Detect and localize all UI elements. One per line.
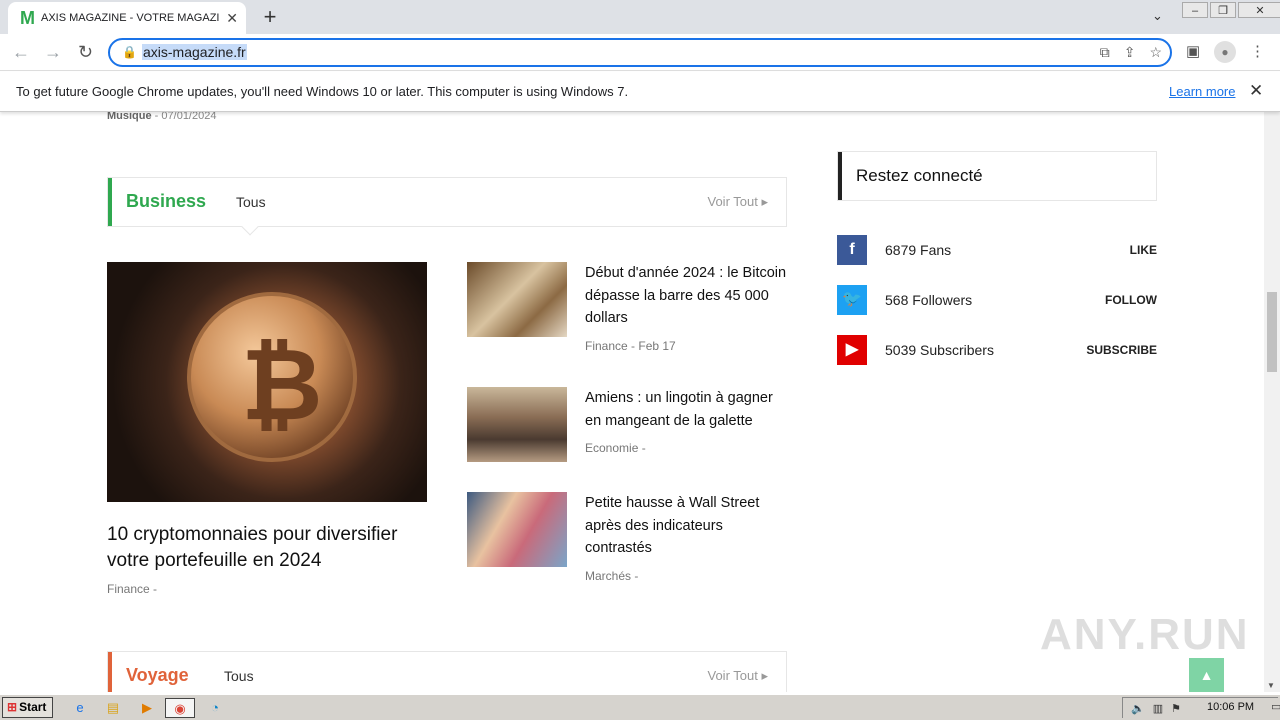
section-accent-bar (108, 178, 112, 226)
menu-kebab-icon[interactable]: ⋮ (1250, 42, 1265, 60)
main-article-title[interactable]: 10 cryptomonnaies pour diversifier votre… (107, 522, 437, 574)
article-title[interactable]: Début d'année 2024 : le Bitcoin dépasse … (585, 262, 790, 330)
main-article-category[interactable]: Finance (107, 582, 150, 596)
bookmark-star-icon[interactable]: ☆ (1149, 44, 1162, 61)
side-panel-icon[interactable]: ▣ (1186, 42, 1200, 60)
update-infobar: To get future Google Chrome updates, you… (0, 72, 1280, 112)
voir-tout-link[interactable]: Voir Tout ▸ (708, 194, 769, 210)
browser-toolbar: ← → ↻ 🔒 axis-magazine.fr ⧉ ⇪ ☆ ▣ ● ⋮ (0, 34, 1280, 71)
facebook-icon[interactable]: f (837, 235, 867, 265)
voyage-section-header: Voyage Tous Voir Tout ▸ (107, 651, 787, 692)
site-favicon-icon: M (20, 7, 35, 28)
subscribe-button[interactable]: SUBSCRIBE (1086, 343, 1157, 357)
infobar-message: To get future Google Chrome updates, you… (16, 84, 629, 99)
window-controls: – ❐ ✕ (1180, 2, 1280, 20)
main-article-image[interactable]: ₿ (107, 262, 427, 502)
tab-close-icon[interactable]: ✕ (226, 10, 238, 27)
list-item[interactable]: Petite hausse à Wall Street après des in… (467, 492, 787, 592)
social-count: 5039 Subscribers (885, 342, 994, 358)
main-article-meta: Finance - (107, 582, 158, 596)
windows-flag-icon: ⊞ (7, 700, 18, 714)
edge-icon[interactable]: ◔ (205, 698, 225, 718)
widget-title: Restez connecté (856, 166, 983, 185)
restore-icon[interactable]: ❐ (1210, 2, 1236, 18)
article-thumbnail[interactable] (467, 492, 567, 567)
previous-post-category[interactable]: Musique (107, 112, 152, 122)
file-explorer-icon[interactable]: ▤ (103, 698, 123, 718)
infobar-close-icon[interactable]: ✕ (1249, 81, 1263, 101)
lock-icon[interactable]: 🔒 (122, 45, 137, 59)
close-window-icon[interactable]: ✕ (1238, 2, 1280, 18)
bitcoin-coin: ₿ (187, 292, 357, 462)
social-count: 6879 Fans (885, 242, 952, 258)
anyrun-watermark: ANY.RUN (1040, 610, 1250, 659)
tab-indicator (241, 218, 259, 236)
section-title[interactable]: Voyage (126, 665, 189, 686)
windows-taskbar: ⊞ Start e ▤ ▶ ◉ ◔ 🔈 ▥ ⚑ 10:06 PM ▭ (0, 694, 1280, 720)
article-meta: Finance - Feb 17 (585, 339, 676, 353)
internet-explorer-icon[interactable]: e (70, 698, 90, 718)
reload-icon[interactable]: ↻ (78, 42, 93, 63)
twitter-icon[interactable]: 🐦 (837, 285, 867, 315)
show-desktop-icon[interactable]: ▭ (1271, 700, 1280, 713)
article-thumbnail[interactable] (467, 387, 567, 462)
list-item[interactable]: Amiens : un lingotin à gagner en mangean… (467, 387, 787, 477)
chrome-taskbar-icon[interactable]: ◉ (165, 698, 195, 718)
media-player-icon[interactable]: ▶ (137, 698, 157, 718)
share-icon[interactable]: ⇪ (1124, 44, 1136, 61)
article-thumbnail[interactable] (467, 262, 567, 337)
profile-avatar-icon[interactable]: ● (1214, 41, 1236, 63)
volume-icon[interactable]: 🔈 (1131, 702, 1145, 715)
back-to-top-button[interactable]: ▲ (1189, 658, 1224, 692)
section-accent-bar (108, 652, 112, 692)
back-arrow-icon[interactable]: ← (12, 42, 30, 63)
article-title[interactable]: Amiens : un lingotin à gagner en mangean… (585, 387, 790, 432)
article-meta: Marchés - (585, 569, 639, 583)
social-row-youtube[interactable]: ▶ 5039 Subscribers SUBSCRIBE (837, 335, 1157, 365)
scroll-down-arrow-icon[interactable]: ▼ (1267, 681, 1275, 690)
start-button[interactable]: ⊞ Start (2, 697, 53, 718)
browser-tab[interactable]: M AXIS MAGAZINE - VOTRE MAGAZINE ✕ (8, 2, 246, 34)
page-scrollbar[interactable]: ▼ (1264, 112, 1280, 692)
article-meta: Economie - (585, 441, 646, 455)
tab-strip: M AXIS MAGAZINE - VOTRE MAGAZINE ✕ + ⌄ –… (0, 0, 1280, 34)
address-bar[interactable]: 🔒 axis-magazine.fr ⧉ ⇪ ☆ (108, 38, 1172, 67)
social-count: 568 Followers (885, 292, 973, 308)
section-tab-tous[interactable]: Tous (224, 668, 254, 684)
system-tray: 🔈 ▥ ⚑ 10:06 PM ▭ (1122, 697, 1280, 718)
previous-post-meta: Musique - 07/01/2024 (107, 112, 217, 122)
article-title[interactable]: Petite hausse à Wall Street après des in… (585, 492, 790, 560)
scrollbar-thumb[interactable] (1267, 292, 1277, 372)
previous-post-date: 07/01/2024 (161, 112, 217, 122)
minimize-icon[interactable]: – (1182, 2, 1208, 18)
tab-search-chevron-icon[interactable]: ⌄ (1152, 8, 1163, 24)
clock[interactable]: 10:06 PM (1207, 701, 1254, 713)
like-button[interactable]: LIKE (1130, 243, 1157, 257)
url-text[interactable]: axis-magazine.fr (142, 44, 247, 60)
social-row-twitter[interactable]: 🐦 568 Followers FOLLOW (837, 285, 1157, 315)
sidebar-widget-header: Restez connecté (837, 151, 1157, 201)
action-center-flag-icon[interactable]: ⚑ (1171, 702, 1181, 715)
list-item[interactable]: Début d'année 2024 : le Bitcoin dépasse … (467, 262, 787, 362)
tab-title: AXIS MAGAZINE - VOTRE MAGAZINE (41, 12, 221, 24)
widget-accent-bar (838, 152, 842, 200)
translate-icon[interactable]: ⧉ (1100, 44, 1110, 61)
youtube-icon[interactable]: ▶ (837, 335, 867, 365)
page-content: Musique - 07/01/2024 Business Tous Voir … (0, 112, 1264, 692)
network-icon[interactable]: ▥ (1153, 702, 1163, 715)
section-tab-tous[interactable]: Tous (236, 194, 266, 210)
voir-tout-link[interactable]: Voir Tout ▸ (708, 668, 769, 684)
learn-more-link[interactable]: Learn more (1169, 84, 1235, 99)
social-row-facebook[interactable]: f 6879 Fans LIKE (837, 235, 1157, 265)
section-title[interactable]: Business (126, 191, 206, 212)
business-section-header: Business Tous Voir Tout ▸ (107, 177, 787, 236)
forward-arrow-icon[interactable]: → (44, 42, 62, 63)
new-tab-button[interactable]: + (258, 4, 282, 30)
follow-button[interactable]: FOLLOW (1105, 293, 1157, 307)
